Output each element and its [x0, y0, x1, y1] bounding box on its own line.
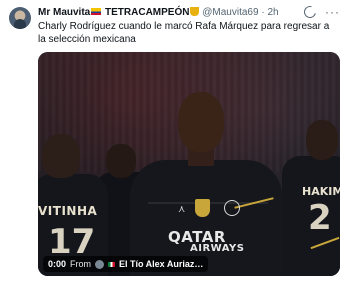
video-source-overlay[interactable]: 0:00 From El Tío Alex Auriaz…	[43, 256, 209, 272]
grok-icon[interactable]	[301, 3, 319, 21]
more-icon[interactable]: ···	[325, 6, 340, 18]
from-label: From	[70, 259, 92, 269]
jersey-name-left: VITINHA	[38, 204, 98, 218]
player-main-head	[178, 92, 224, 152]
timestamp[interactable]: 2h	[267, 7, 278, 18]
tweet-header: Mr Mauvita TETRACAMPEÓN @Mauvita69 · 2h	[38, 6, 279, 19]
player-back-head	[106, 144, 136, 178]
jersey-number-right: 2	[308, 198, 332, 238]
tweet-actions: ···	[301, 3, 340, 21]
crest-icon	[195, 199, 210, 217]
video-player[interactable]: VITINHA 17 HAKIM 2 ⋏ QATAR AIRWAYS 0:00 …	[38, 52, 340, 276]
video-time: 0:00	[48, 259, 67, 269]
separator: ·	[261, 7, 265, 18]
jordan-logo-icon: ⋏	[178, 204, 186, 215]
sponsor-sub: AIRWAYS	[190, 243, 245, 254]
jersey-name-right: HAKIM	[302, 185, 340, 198]
source-flag-icon	[108, 261, 116, 267]
source-name[interactable]: El Tío Alex Auriaz…	[119, 259, 203, 269]
display-name-suffix[interactable]: TETRACAMPEÓN	[105, 7, 189, 18]
display-name[interactable]: Mr Mauvita	[38, 7, 90, 18]
source-avatar	[95, 259, 105, 269]
handle[interactable]: @Mauvita69	[202, 7, 258, 18]
flag-icon	[91, 8, 102, 15]
player-left-head	[42, 134, 80, 178]
trophy-icon	[190, 7, 200, 16]
avatar[interactable]	[9, 7, 31, 29]
tweet-text: Charly Rodríguez cuando le marcó Rafa Má…	[38, 21, 330, 45]
club-badge-icon	[224, 200, 240, 216]
player-right-head	[306, 120, 338, 160]
